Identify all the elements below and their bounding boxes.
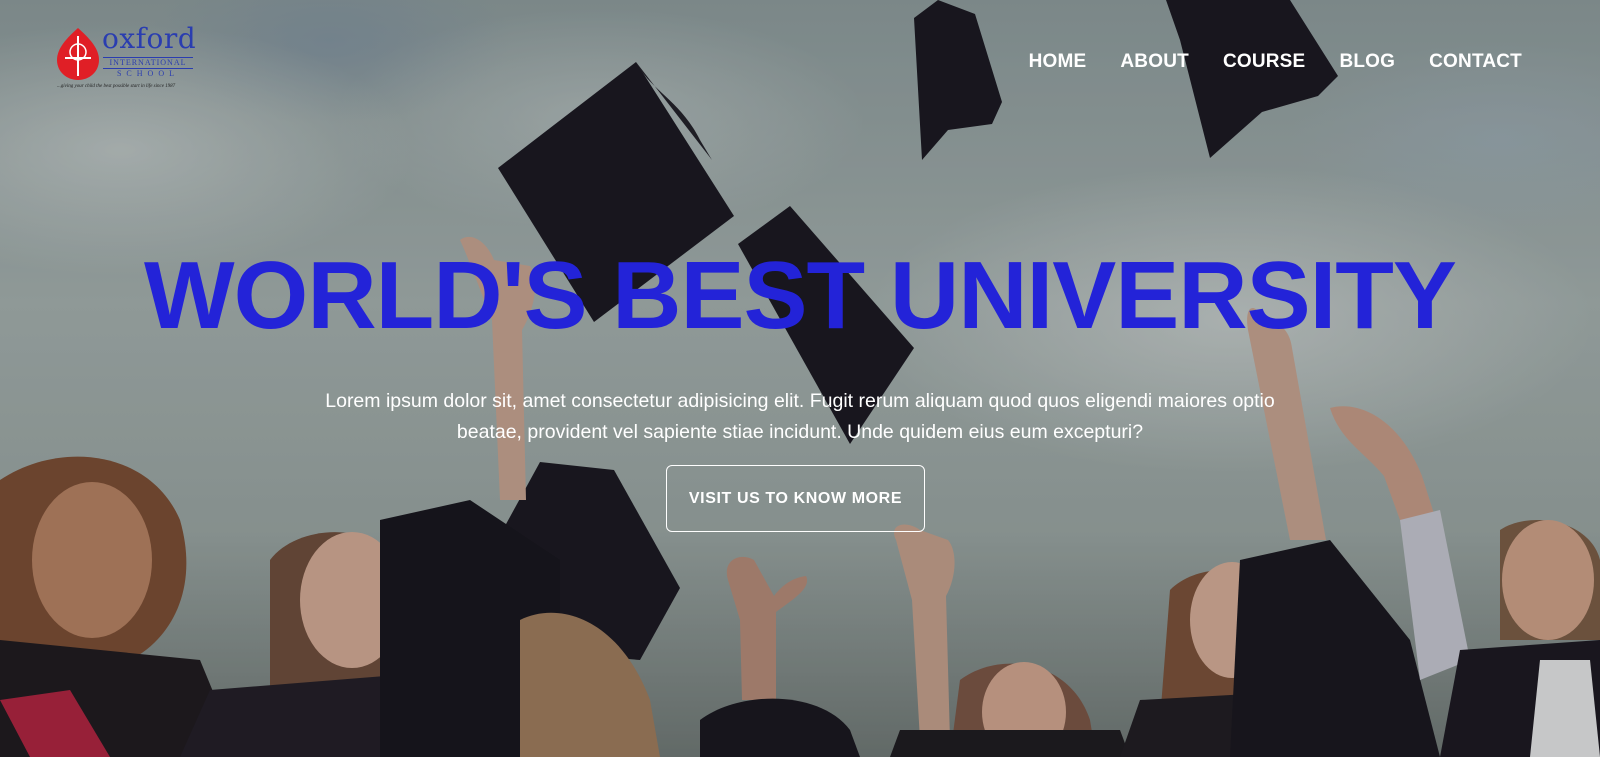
logo-subtitle-international: INTERNATIONAL (103, 57, 193, 69)
nav-contact[interactable]: CONTACT (1429, 51, 1522, 73)
hero-title: WORLD'S BEST UNIVERSITY (144, 242, 1457, 349)
logo-wordmark: oxford (102, 22, 197, 55)
logo-subtitle-school: SCHOOL (116, 69, 179, 78)
visit-us-button[interactable]: VISIT US TO KNOW MORE (666, 465, 925, 532)
nav-home[interactable]: HOME (1029, 51, 1087, 73)
hero-section (0, 0, 1600, 757)
main-nav: HOME ABOUT COURSE BLOG CONTACT (1029, 51, 1522, 73)
nav-course[interactable]: COURSE (1223, 51, 1306, 73)
logo-tagline: ...giving your child the best possible s… (57, 84, 176, 89)
nav-about[interactable]: ABOUT (1120, 51, 1189, 73)
school-logo[interactable]: oxford INTERNATIONAL SCHOOL ...giving yo… (55, 22, 205, 96)
emblem-icon (57, 28, 99, 80)
hero-overlay (0, 0, 1600, 757)
nav-blog[interactable]: BLOG (1339, 51, 1395, 73)
hero-description: Lorem ipsum dolor sit, amet consectetur … (325, 390, 1275, 443)
